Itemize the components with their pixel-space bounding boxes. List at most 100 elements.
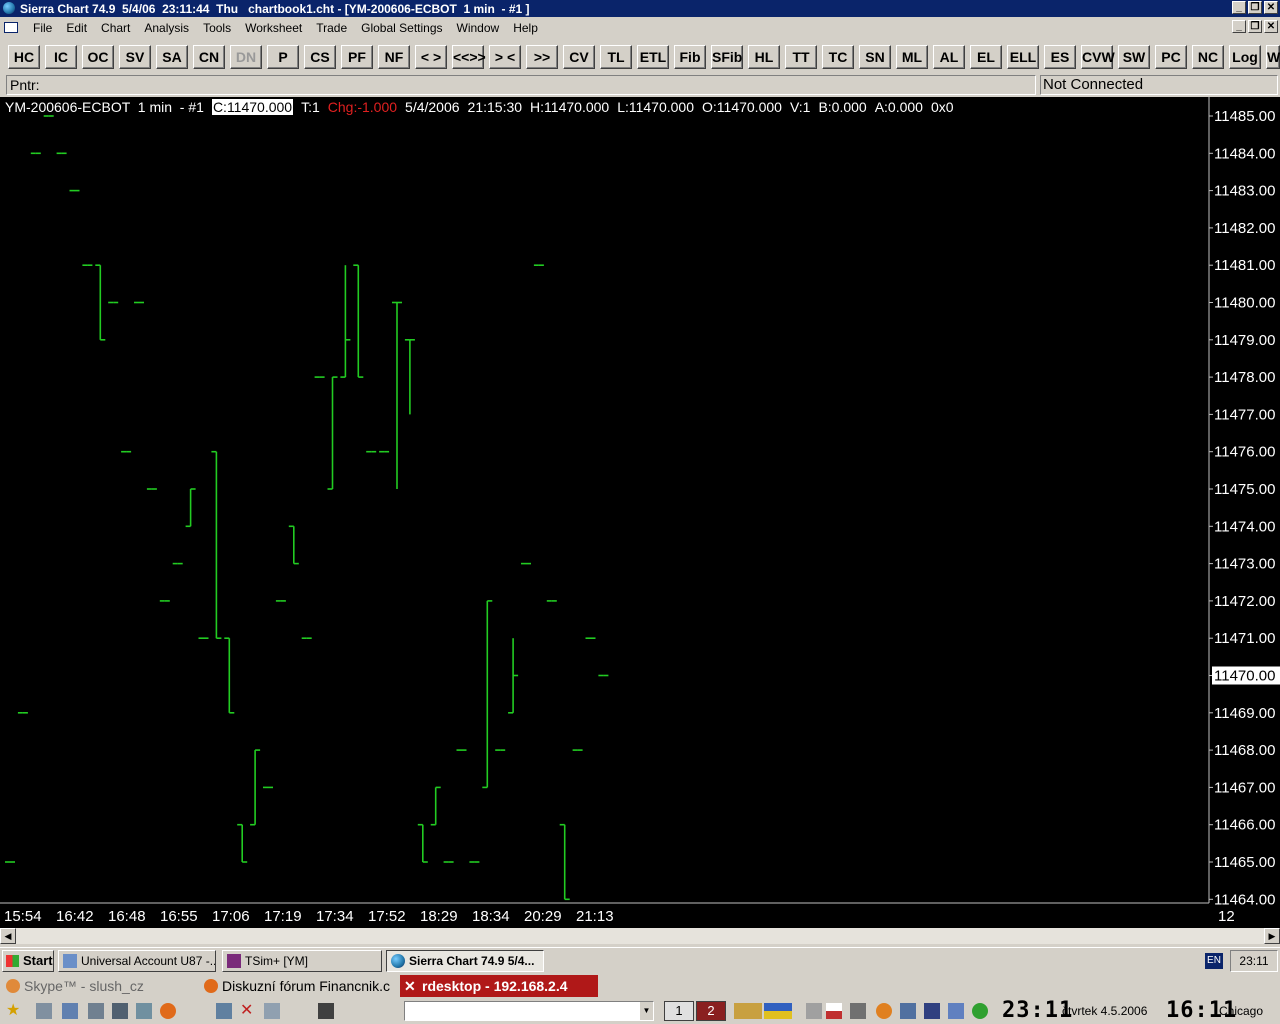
toolbar-button-log[interactable]: Log: [1229, 45, 1261, 69]
task-sierra-chart[interactable]: Sierra Chart 74.9 5/4...: [386, 950, 544, 972]
workspace-2-button[interactable]: 2: [696, 1001, 726, 1021]
mail-icon[interactable]: [924, 1003, 940, 1019]
menu-item-tools[interactable]: Tools: [196, 21, 238, 35]
files-icon[interactable]: [136, 1003, 152, 1019]
toolbar-button-sv[interactable]: SV: [119, 45, 151, 69]
toolbar-button-p[interactable]: P: [267, 45, 299, 69]
toolbar-button-tc[interactable]: TC: [822, 45, 854, 69]
chevron-down-icon[interactable]: ▼: [640, 1002, 653, 1020]
x-icon[interactable]: ✕: [240, 1003, 256, 1019]
time-tick-label: 17:06: [212, 908, 250, 925]
minimize-button[interactable]: _: [1232, 1, 1246, 14]
child-minimize-button[interactable]: _: [1232, 20, 1246, 33]
monitor-icon[interactable]: [112, 1003, 128, 1019]
flag-cz-icon[interactable]: [826, 1003, 842, 1019]
menu-item-help[interactable]: Help: [506, 21, 545, 35]
close-button[interactable]: ✕: [1264, 1, 1278, 14]
price-tick-label: 11478.00: [1214, 369, 1275, 386]
menu-item-trade[interactable]: Trade: [309, 21, 354, 35]
usb-icon[interactable]: [806, 1003, 822, 1019]
restore-button[interactable]: ❐: [1248, 1, 1262, 14]
price-chart[interactable]: 11485.00 11484.00 11483.00 11482.00 11481.00…: [0, 97, 1280, 929]
print-icon[interactable]: [264, 1003, 280, 1019]
menu-item-window[interactable]: Window: [450, 21, 507, 35]
memory-monitor-icon: [764, 1003, 792, 1019]
command-input[interactable]: [404, 1001, 654, 1021]
toolbar-button-hc[interactable]: HC: [8, 45, 40, 69]
task-rdesktop[interactable]: ✕ rdesktop - 192.168.2.4: [400, 975, 598, 997]
ohlc-bar: [353, 264, 364, 378]
star-icon[interactable]: ★: [6, 1003, 22, 1019]
network-icon[interactable]: [88, 1003, 104, 1019]
window-list-icon[interactable]: [216, 1003, 232, 1019]
firefox-launcher-icon[interactable]: [160, 1003, 176, 1019]
display-icon[interactable]: [948, 1003, 964, 1019]
toolbar-button-sn[interactable]: SN: [859, 45, 891, 69]
toolbar-button-ell[interactable]: ELL: [1007, 45, 1039, 69]
toolbar-button-ic[interactable]: IC: [45, 45, 77, 69]
windows-flag-icon: [6, 955, 19, 967]
toolbar-button-el[interactable]: EL: [970, 45, 1002, 69]
toolbar-button-fib[interactable]: Fib: [674, 45, 706, 69]
chart-canvas[interactable]: 11485.00 11484.00 11483.00 11482.00 11481.00…: [0, 97, 1280, 929]
toolbar-button-pf[interactable]: PF: [341, 45, 373, 69]
toolbar-button-al[interactable]: AL: [933, 45, 965, 69]
terminal-icon[interactable]: [62, 1003, 78, 1019]
toolbar-button-dn[interactable]: DN: [230, 45, 262, 69]
check-icon[interactable]: [972, 1003, 988, 1019]
toolbar-button-oc[interactable]: OC: [82, 45, 114, 69]
toolbar-button-ltltgtgt[interactable]: <<>>: [452, 45, 486, 69]
menu-item-chart[interactable]: Chart: [94, 21, 137, 35]
satellite-icon[interactable]: [850, 1003, 866, 1019]
toolbar-button-sw[interactable]: SW: [1118, 45, 1150, 69]
volume-icon[interactable]: [900, 1003, 916, 1019]
home-icon[interactable]: [36, 1003, 52, 1019]
language-indicator[interactable]: EN: [1205, 953, 1223, 969]
child-restore-button[interactable]: ❐: [1248, 20, 1262, 33]
toolbar-button-ml[interactable]: ML: [896, 45, 928, 69]
taskbar-clock[interactable]: 23:11: [1230, 950, 1278, 972]
toolbar-button-sfib[interactable]: SFib: [711, 45, 743, 69]
toolbar-button-gtgtltlt[interactable]: >><<: [526, 45, 558, 87]
toolbar-button-cvw[interactable]: CVW: [1081, 45, 1115, 69]
toolbar-button-cv[interactable]: CV: [563, 45, 595, 69]
toolbar-button-etl[interactable]: ETL: [637, 45, 669, 69]
toolbar-button-sa[interactable]: SA: [156, 45, 188, 69]
screen-icon[interactable]: [318, 1003, 334, 1019]
toolbar-button-cs[interactable]: CS: [304, 45, 336, 69]
scroll-left-icon[interactable]: ◀: [0, 928, 16, 944]
toolbar-button-cn[interactable]: CN: [193, 45, 225, 69]
update-icon[interactable]: [876, 1003, 892, 1019]
chart-horizontal-scrollbar[interactable]: ◀ ▶: [0, 928, 1280, 944]
task-tsim[interactable]: TSim+ [YM]: [222, 950, 382, 972]
toolbar-button-ltgt[interactable]: < >: [415, 45, 447, 69]
toolbar-button-tl[interactable]: TL: [600, 45, 632, 69]
toolbar-button-w[interactable]: W: [1266, 45, 1280, 69]
toolbar-button-tt[interactable]: TT: [785, 45, 817, 69]
toolbar-button-nf[interactable]: NF: [378, 45, 410, 69]
ohlc-bar: [288, 525, 299, 565]
toolbar-button-pc[interactable]: PC: [1155, 45, 1187, 69]
window-title-bar[interactable]: Sierra Chart 74.9 5/4/06 23:11:44 Thu ch…: [0, 0, 1280, 17]
toolbar-button-nc[interactable]: NC: [1192, 45, 1224, 69]
price-tick-label: 11484.00: [1214, 145, 1275, 162]
scroll-right-icon[interactable]: ▶: [1264, 928, 1280, 944]
start-button[interactable]: Start: [2, 950, 54, 972]
menu-item-analysis[interactable]: Analysis: [137, 21, 196, 35]
document-icon[interactable]: [4, 22, 18, 33]
menu-item-file[interactable]: File: [26, 21, 59, 35]
menu-item-edit[interactable]: Edit: [59, 21, 94, 35]
menu-item-global-settings[interactable]: Global Settings: [354, 21, 449, 35]
info-ticks: T:1: [301, 99, 320, 115]
price-tick-label: 11468.00: [1214, 742, 1275, 759]
task-universal-account[interactable]: Universal Account U87 -...: [58, 950, 216, 972]
toolbar-button-gtlt[interactable]: > <: [489, 45, 521, 69]
workspace-1-button[interactable]: 1: [664, 1001, 694, 1021]
menu-item-worksheet[interactable]: Worksheet: [238, 21, 309, 35]
toolbar-button-es[interactable]: ES: [1044, 45, 1076, 69]
task-firefox-forum[interactable]: Diskuzní fórum Financnik.c: [200, 975, 398, 997]
task-skype[interactable]: Skype™ - slush_cz: [2, 975, 198, 997]
child-close-button[interactable]: ✕: [1264, 20, 1278, 33]
info-high: H:11470.000: [530, 99, 610, 115]
toolbar-button-hl[interactable]: HL: [748, 45, 780, 69]
